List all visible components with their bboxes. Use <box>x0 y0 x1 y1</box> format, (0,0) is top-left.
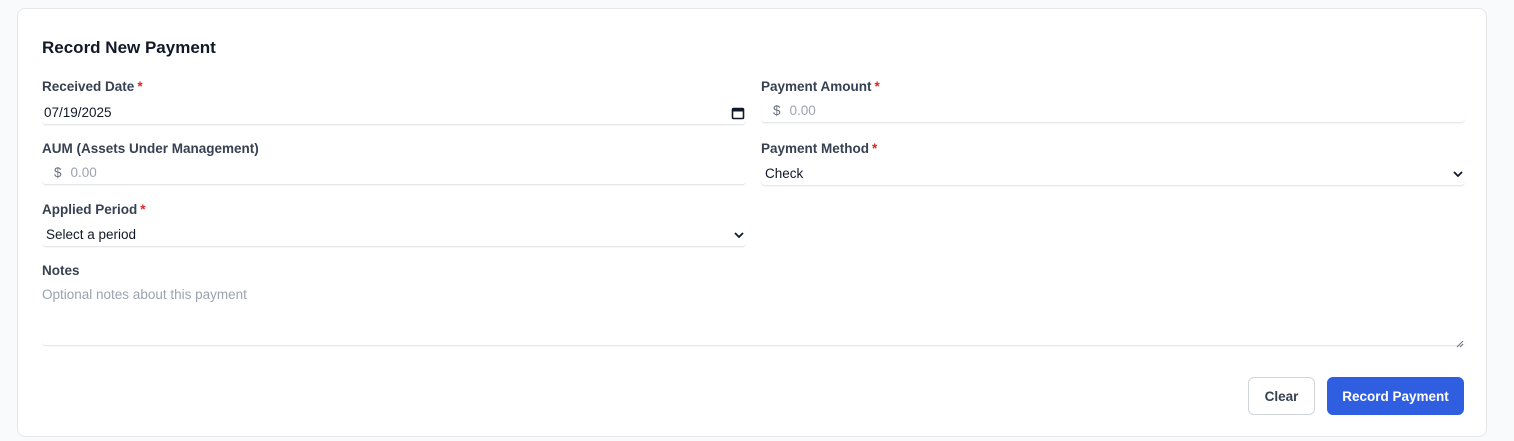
applied-period-label: Applied Period * <box>42 202 146 217</box>
aum-placeholder: 0.00 <box>70 165 97 180</box>
payment-method-value: Check <box>765 166 804 181</box>
payment-method-label: Payment Method * <box>761 141 877 156</box>
chevron-down-icon <box>732 228 746 242</box>
record-payment-button[interactable]: Record Payment <box>1327 377 1464 415</box>
received-date-label: Received Date * <box>42 79 143 94</box>
payment-amount-placeholder: 0.00 <box>789 103 816 118</box>
payment-amount-input[interactable]: $ 0.00 <box>761 99 1465 123</box>
applied-period-value: Select a period <box>46 227 137 242</box>
payment-amount-label: Payment Amount * <box>761 79 880 94</box>
chevron-down-icon <box>1451 167 1465 181</box>
required-marker: * <box>874 79 880 94</box>
applied-period-select[interactable]: Select a period <box>42 223 746 247</box>
payment-method-select[interactable]: Check <box>761 162 1465 186</box>
currency-prefix: $ <box>54 165 62 180</box>
received-date-value: 07/19/2025 <box>44 105 112 120</box>
required-marker: * <box>872 141 878 156</box>
notes-label: Notes <box>42 263 80 278</box>
aum-label: AUM (Assets Under Management) <box>42 141 259 156</box>
notes-label-text: Notes <box>42 263 80 278</box>
currency-prefix: $ <box>773 103 781 118</box>
applied-period-label-text: Applied Period <box>42 202 138 217</box>
required-marker: * <box>137 79 143 94</box>
notes-textarea[interactable]: Optional notes about this payment <box>42 287 1465 348</box>
required-marker: * <box>140 202 146 217</box>
notes-placeholder: Optional notes about this payment <box>42 287 247 302</box>
clear-button[interactable]: Clear <box>1248 377 1315 415</box>
aum-label-text: AUM (Assets Under Management) <box>42 141 259 156</box>
received-date-input[interactable]: 07/19/2025 <box>42 101 746 125</box>
calendar-icon[interactable] <box>731 106 745 120</box>
payment-amount-label-text: Payment Amount <box>761 79 872 94</box>
received-date-label-text: Received Date <box>42 79 135 94</box>
record-payment-card: Record New Payment Received Date * 07/19/… <box>17 8 1487 437</box>
resize-handle-icon[interactable] <box>1456 336 1464 348</box>
payment-method-label-text: Payment Method <box>761 141 870 156</box>
form-title: Record New Payment <box>42 38 216 57</box>
aum-input[interactable]: $ 0.00 <box>42 161 746 185</box>
